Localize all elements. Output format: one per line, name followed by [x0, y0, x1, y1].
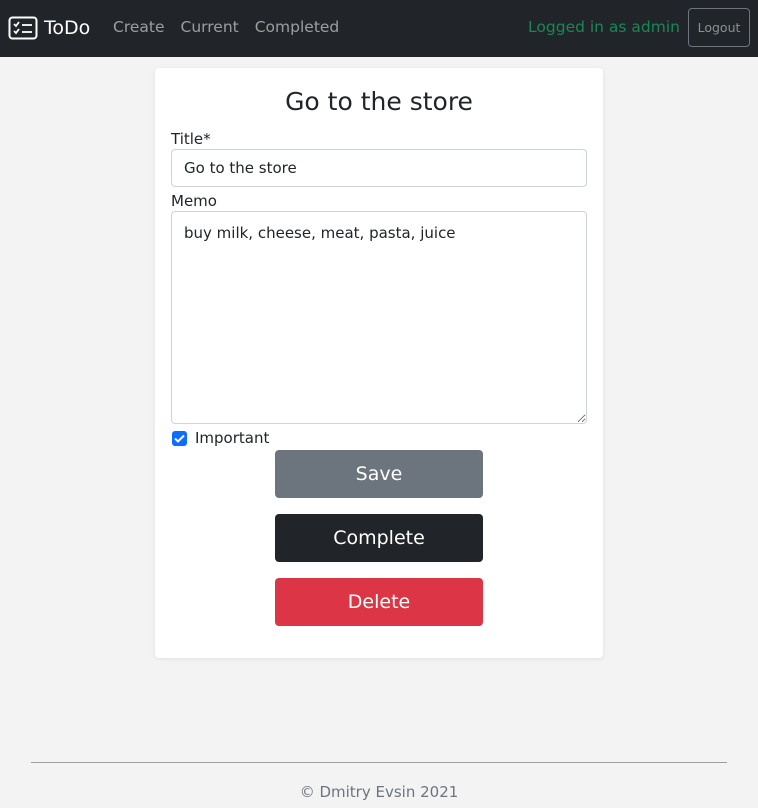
footer-copyright: © Dmitry Evsin 2021	[299, 783, 459, 801]
brand-link[interactable]: ToDo	[8, 14, 90, 42]
logout-button[interactable]: Logout	[688, 8, 750, 47]
nav-current[interactable]: Current	[181, 17, 239, 37]
complete-button[interactable]: Complete	[275, 514, 483, 562]
title-input[interactable]	[171, 149, 587, 187]
delete-button[interactable]: Delete	[275, 578, 483, 626]
nav-links: Create Current Completed	[113, 17, 339, 37]
page-title: Go to the store	[285, 87, 473, 116]
nav-create[interactable]: Create	[113, 17, 165, 37]
important-row: Important	[172, 428, 269, 448]
memo-textarea[interactable]: buy milk, cheese, meat, pasta, juice	[171, 211, 587, 424]
important-label: Important	[195, 429, 270, 447]
todo-card: Go to the store Title* Memo buy milk, ch…	[155, 68, 603, 658]
checklist-icon	[8, 16, 38, 40]
nav-completed[interactable]: Completed	[255, 17, 340, 37]
important-checkbox[interactable]	[172, 430, 187, 446]
save-button[interactable]: Save	[275, 450, 483, 498]
footer-divider	[31, 762, 727, 763]
navbar: ToDo Create Current Completed Logged in …	[0, 0, 758, 57]
memo-label: Memo	[171, 192, 217, 210]
checkmark-icon	[174, 434, 185, 443]
title-label: Title*	[171, 130, 211, 148]
brand-text: ToDo	[44, 17, 91, 39]
logged-in-text: Logged in as admin	[528, 18, 680, 36]
